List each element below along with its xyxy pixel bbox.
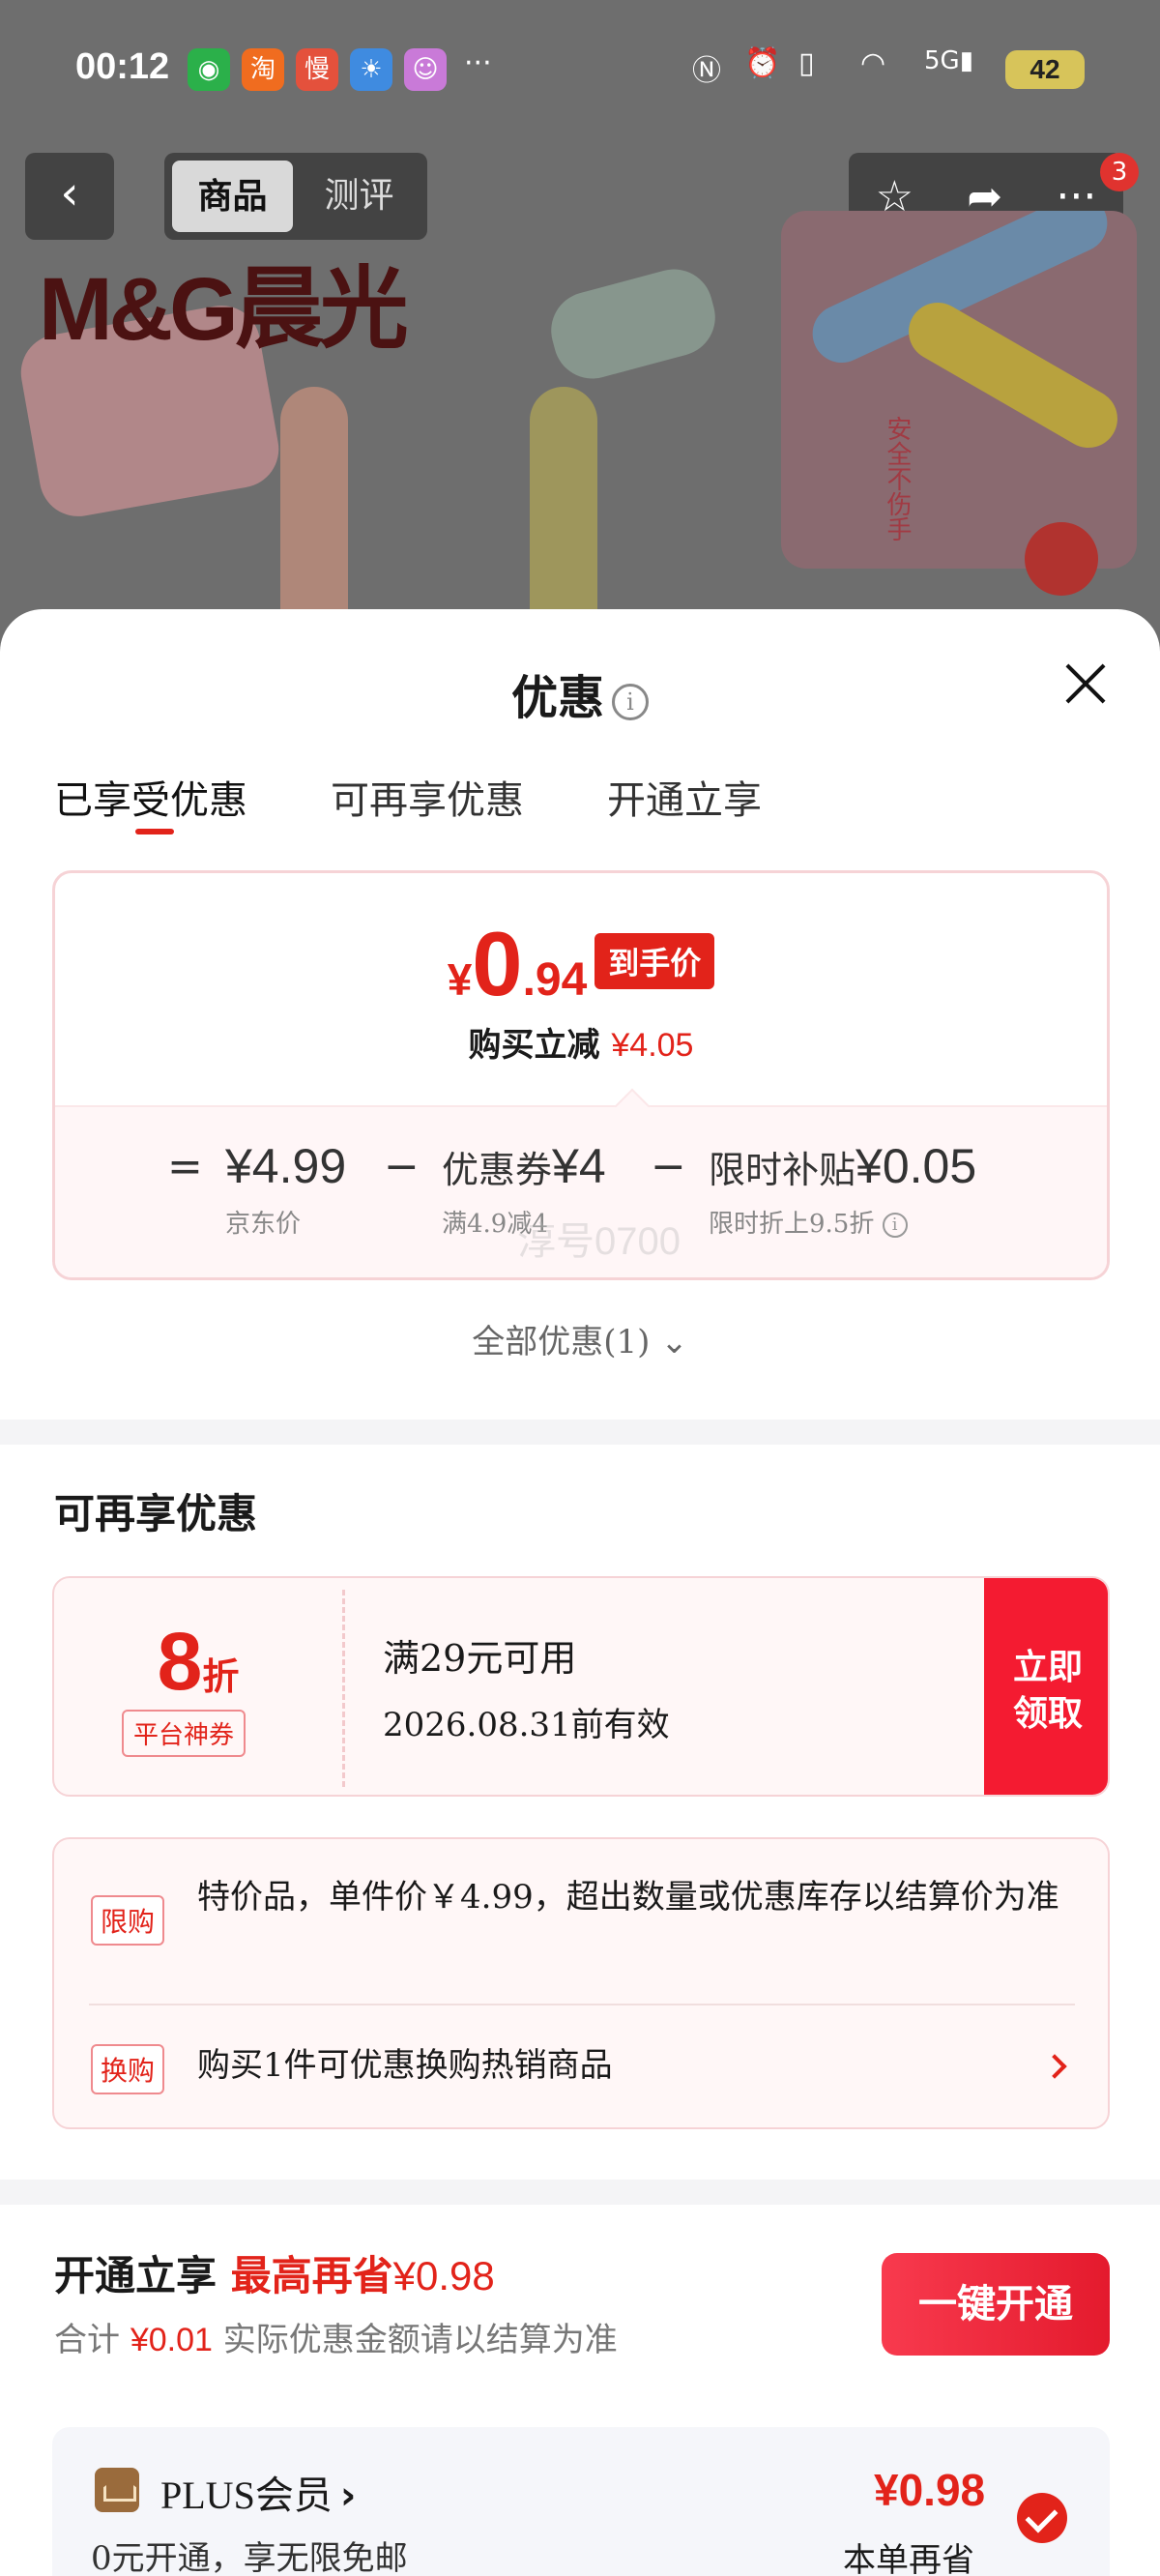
- plus-highlight-amount: ¥0.98: [392, 2253, 495, 2298]
- plus-sub-amount: ¥0.01: [130, 2322, 213, 2358]
- subsidy-item: 限时补贴¥0.05 限时折上9.5折 i: [709, 1138, 976, 1240]
- chevron-right-icon[interactable]: [1042, 2054, 1067, 2079]
- watermark: 淳号0700: [517, 1220, 681, 1263]
- sheet-title: 优惠 i: [0, 659, 1160, 727]
- more-dots: ···: [464, 46, 492, 80]
- discount-tabs: 已享受优惠 可再享优惠 开通立享: [54, 769, 762, 834]
- section-divider: [0, 1420, 1160, 1445]
- all-offers-label: 全部优惠(1): [472, 1323, 651, 1361]
- plus-sub-prefix: 合计: [54, 2321, 120, 2359]
- paper-fish-image: [542, 260, 724, 388]
- sheet-title-text: 优惠: [510, 671, 604, 725]
- final-price-tag: 到手价: [594, 933, 715, 989]
- coupon-type-badge: 平台神券: [122, 1710, 246, 1757]
- jd-price: ¥4.99: [225, 1139, 347, 1193]
- limit-tag: 限购: [91, 1895, 165, 1946]
- price-decimal: .94: [522, 954, 588, 1006]
- coupon-discount: 8折: [54, 1615, 342, 1709]
- jd-price-item: ¥4.99 京东价: [225, 1138, 346, 1240]
- back-button[interactable]: ‹: [25, 153, 114, 240]
- coupon-condition: 满29元可用: [383, 1637, 577, 1680]
- coupon-discount-unit: 折: [202, 1654, 240, 1698]
- price-currency: ¥: [447, 954, 473, 1005]
- app-icon: ☺: [404, 48, 447, 91]
- coupon-amount: ¥4: [552, 1139, 606, 1193]
- plus-member-name: PLUS会员: [160, 2474, 333, 2517]
- coupon-expiry: 2026.08.31前有效: [383, 1706, 670, 1744]
- signal-icon: 5G▮: [924, 46, 973, 75]
- wifi-icon: ◠: [860, 46, 886, 80]
- instant-reduction: 购买立减 ¥4.05: [55, 1018, 1107, 1066]
- crown-icon: [95, 2468, 139, 2512]
- plus-member-save: 本单再省: [843, 2541, 974, 2576]
- chevron-right-icon-2: ›: [339, 2474, 357, 2518]
- tab-enjoyed-discounts[interactable]: 已享受优惠: [54, 769, 247, 834]
- plus-member-desc: 0元开通，享无限免邮: [91, 2539, 408, 2576]
- equals-sign: =: [167, 1142, 203, 1191]
- header-tab-switcher: 商品 测评: [164, 153, 427, 240]
- price-card: ¥0.94 到手价 购买立减 ¥4.05 = ¥4.99 京东价 − 优惠券¥4 …: [52, 870, 1110, 1280]
- reduction-amount: ¥4.05: [611, 1027, 694, 1064]
- plus-highlight: 最高再省: [230, 2252, 393, 2299]
- weather-icon: ☀: [350, 48, 392, 91]
- close-icon[interactable]: [1061, 659, 1110, 708]
- coupon-discount-value: 8: [157, 1616, 203, 1707]
- purchase-notice: 限购 特价品，单件价￥4.99，超出数量或优惠库存以结算价为准 换购 购买1件可…: [52, 1837, 1110, 2129]
- section-divider-2: [0, 2180, 1160, 2205]
- limit-text: 特价品，单件价￥4.99，超出数量或优惠库存以结算价为准: [197, 1878, 1059, 1917]
- subsidy-amount: ¥0.05: [856, 1139, 977, 1193]
- status-bar: 00:12 ◉ 淘 慢 ☀ ☺ ··· Ⓝ ⏰ ▯ ◠ 5G▮ 42: [0, 0, 1160, 145]
- tab-more-discounts[interactable]: 可再享优惠: [331, 769, 524, 825]
- minus-sign: −: [384, 1142, 420, 1191]
- vibrate-icon: ▯: [798, 46, 815, 80]
- brand-logo: M&G晨光: [39, 260, 409, 359]
- discount-sheet: 优惠 i 已享受优惠 可再享优惠 开通立享 ¥0.94 到手价 购买立减 ¥4.05…: [0, 609, 1160, 2576]
- price-integer: 0: [472, 913, 523, 1014]
- plus-member-link[interactable]: PLUS会员 ›: [160, 2464, 356, 2520]
- plus-title: 开通立享: [54, 2252, 218, 2299]
- subsidy-note: 限时折上9.5折: [709, 1210, 875, 1239]
- sound-icon[interactable]: [1025, 522, 1098, 596]
- product-thumbnail[interactable]: [781, 211, 1137, 569]
- plus-member-card[interactable]: PLUS会员 › 0元开通，享无限免邮 ¥0.98 本单再省: [52, 2427, 1110, 2576]
- coupon-discount-block: 8折 平台神券: [54, 1578, 342, 1795]
- swap-tag: 换购: [91, 2044, 165, 2094]
- all-offers-toggle[interactable]: 全部优惠(1) ⌄: [0, 1315, 1160, 1362]
- minus-sign-2: −: [651, 1142, 686, 1191]
- tab-product[interactable]: 商品: [172, 161, 293, 232]
- notification-badge: 3: [1100, 153, 1139, 191]
- status-time: 00:12: [75, 46, 170, 87]
- man-icon: 慢: [296, 48, 338, 91]
- plus-sub-suffix: 实际优惠金额请以结算为准: [222, 2321, 618, 2359]
- thumbnail-caption: 安全不伤手: [883, 416, 912, 542]
- subsidy-label: 限时补贴: [709, 1149, 856, 1191]
- tab-review[interactable]: 测评: [299, 161, 420, 232]
- jd-price-note: 京东价: [225, 1210, 302, 1239]
- final-price: ¥0.94 到手价: [55, 912, 1107, 1016]
- nfc-icon: Ⓝ: [692, 54, 721, 88]
- notice-divider: [89, 2004, 1075, 2005]
- coupon-label: 优惠券: [442, 1149, 553, 1191]
- check-icon[interactable]: [1017, 2493, 1067, 2543]
- plus-section-title: 开通立享 最高再省¥0.98: [54, 2243, 495, 2302]
- info-icon[interactable]: i: [612, 683, 649, 720]
- more-discounts-title: 可再享优惠: [54, 1490, 258, 1537]
- plus-subtitle: 合计 ¥0.01 实际优惠金额请以结算为准: [54, 2313, 618, 2360]
- tab-open-plus[interactable]: 开通立享: [607, 769, 762, 825]
- claim-coupon-button[interactable]: 立即领取: [984, 1578, 1108, 1795]
- one-click-open-button[interactable]: 一键开通: [882, 2253, 1110, 2356]
- coupon-card: 8折 平台神券 满29元可用 2026.08.31前有效 立即领取: [52, 1576, 1110, 1797]
- alarm-icon: ⏰: [744, 46, 781, 80]
- wechat-icon: ◉: [188, 48, 230, 91]
- swap-text[interactable]: 购买1件可优惠换购热销商品: [197, 2040, 613, 2091]
- product-page-background: 00:12 ◉ 淘 慢 ☀ ☺ ··· Ⓝ ⏰ ▯ ◠ 5G▮ 42 ‹ 商品 …: [0, 0, 1160, 677]
- subsidy-info-icon[interactable]: i: [882, 1213, 908, 1238]
- reduction-label: 购买立减: [468, 1026, 600, 1065]
- claim-coupon-label: 立即领取: [1012, 1647, 1083, 1734]
- coupon-divider: [342, 1590, 345, 1787]
- chevron-down-icon: ⌄: [650, 1323, 688, 1361]
- plus-member-amount: ¥0.98: [874, 2465, 986, 2515]
- battery-indicator: 42: [1005, 50, 1085, 89]
- taobao-icon: 淘: [242, 48, 284, 91]
